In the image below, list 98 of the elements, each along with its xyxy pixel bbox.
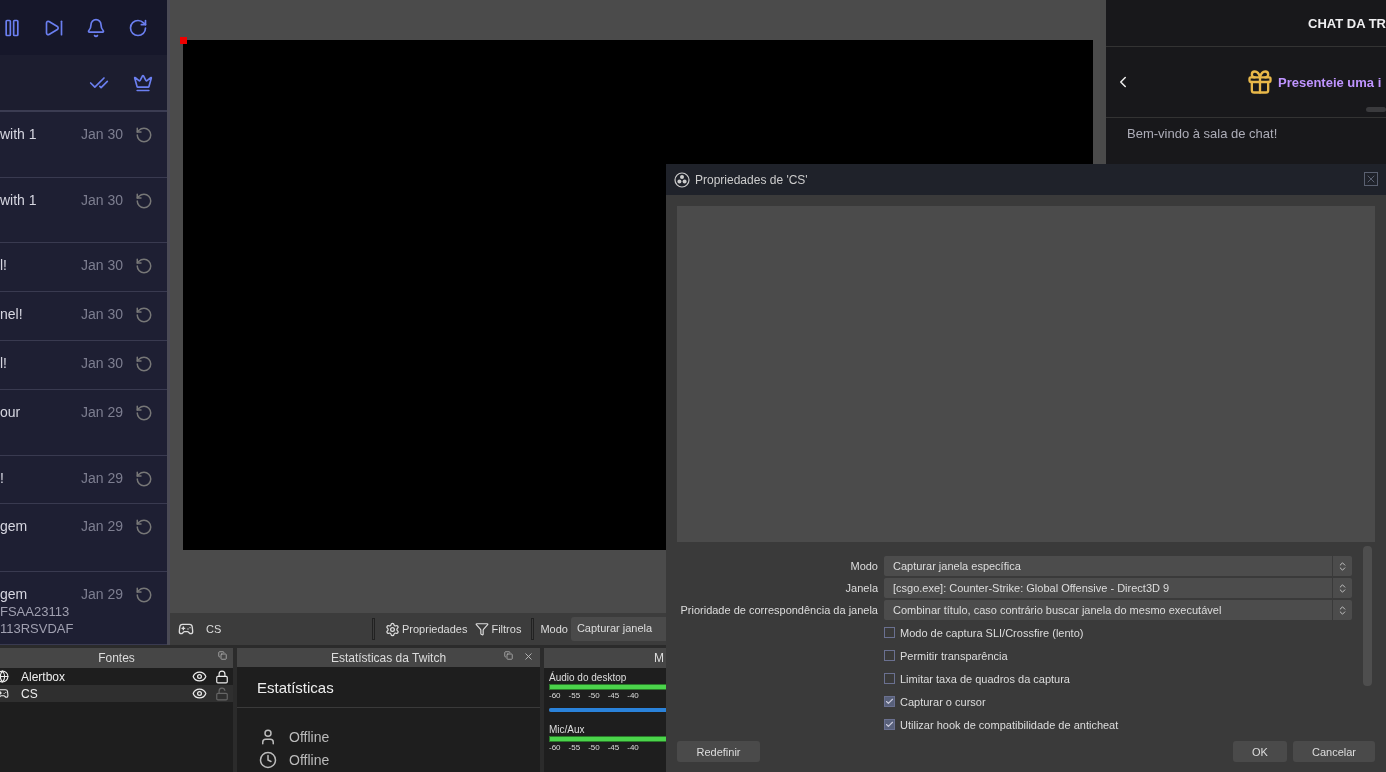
obs-logo-icon xyxy=(674,171,690,188)
up-down-arrows-icon[interactable] xyxy=(1337,560,1348,572)
replay-icon[interactable] xyxy=(135,470,153,488)
activity-text: gem xyxy=(0,586,29,602)
person-icon xyxy=(259,728,277,747)
source-name: Alertbox xyxy=(20,669,67,684)
checkbox[interactable] xyxy=(884,627,895,638)
checkbox-label: Permitir transparência xyxy=(900,649,1008,662)
source-item[interactable]: CS xyxy=(0,685,233,702)
activity-date: Jan 29 xyxy=(80,586,123,604)
activity-date: Jan 30 xyxy=(80,306,123,324)
dock-title: Fontes xyxy=(0,648,233,668)
replay-icon[interactable] xyxy=(135,192,153,210)
field-label: Modo xyxy=(849,560,878,572)
toolbar-button[interactable]: Propriedades xyxy=(381,621,472,637)
meter-tick: -45 xyxy=(607,743,620,752)
chat-title: CHAT DA TR xyxy=(1106,0,1386,47)
select-field[interactable]: [csgo.exe]: Counter-Strike: Global Offensive - Direct3D 9 xyxy=(884,578,1352,598)
activity-date: Jan 30 xyxy=(80,355,123,373)
toolbar-button[interactable]: Filtros xyxy=(471,622,526,636)
stat-value: Offline xyxy=(289,752,330,769)
dialog-button[interactable]: OK xyxy=(1233,741,1287,762)
replay-icon[interactable] xyxy=(135,355,153,373)
checkbox[interactable] xyxy=(884,696,895,707)
activity-text: with 1 xyxy=(0,126,38,142)
select-field[interactable]: Capturar janela específica xyxy=(884,556,1352,576)
selection-handle[interactable] xyxy=(180,37,187,44)
meter-tick: -40 xyxy=(627,691,639,700)
crown-icon[interactable] xyxy=(133,72,153,93)
up-down-arrows-icon[interactable] xyxy=(1337,604,1348,616)
activity-date: Jan 30 xyxy=(80,192,123,210)
meter-tick: -50 xyxy=(588,691,600,700)
gear-icon xyxy=(385,621,400,637)
activity-text: ! xyxy=(0,470,5,486)
dialog-title: Propriedades de 'CS' xyxy=(695,172,808,187)
dialog-button[interactable]: Cancelar xyxy=(1293,741,1375,762)
activity-text: l! xyxy=(0,355,8,371)
gift-banner-text[interactable]: Presenteie uma i xyxy=(1278,74,1382,90)
source-name: CS xyxy=(206,623,223,635)
replay-icon[interactable] xyxy=(135,257,153,275)
activity-text: l! xyxy=(0,257,8,273)
clock-icon xyxy=(259,751,277,770)
activity-date: Jan 29 xyxy=(80,518,123,536)
activity-text: nel! xyxy=(0,306,24,322)
channel-name: Mic/Aux xyxy=(549,724,586,735)
activity-text: gem xyxy=(0,518,29,534)
activity-text: our xyxy=(0,404,22,420)
meter-tick: -40 xyxy=(627,743,639,752)
gift-icon xyxy=(1246,68,1274,96)
funnel-icon xyxy=(475,622,490,636)
replay-icon[interactable] xyxy=(135,126,153,144)
checkbox-label: Utilizar hook de compatibilidade de anticheat xyxy=(900,718,1119,731)
checkbox-label: Modo de captura SLI/Crossfire (lento) xyxy=(900,626,1084,639)
meter-tick: -60 xyxy=(549,743,561,752)
channel-name: Áudio do desktop xyxy=(549,672,628,683)
eye-icon[interactable] xyxy=(192,686,207,701)
activity-date: Jan 29 xyxy=(80,470,123,488)
activity-text: with 1 xyxy=(0,192,38,208)
bell-icon[interactable] xyxy=(86,17,106,38)
source-name: CS xyxy=(20,686,39,701)
mode-label: Modo xyxy=(540,623,568,635)
stat-value: Offline xyxy=(289,729,330,746)
float-icon[interactable] xyxy=(504,651,513,660)
select-field[interactable]: Combinar título, caso contrário buscar janela do mesmo executável xyxy=(884,600,1352,620)
checkbox[interactable] xyxy=(884,673,895,684)
float-icon[interactable] xyxy=(218,651,227,660)
welcome-message: Bem-vindo à sala de chat! xyxy=(1126,125,1279,141)
lock-icon[interactable] xyxy=(215,669,229,684)
activity-date: Jan 29 xyxy=(80,404,123,422)
meter-tick: -55 xyxy=(568,743,581,752)
replay-icon[interactable] xyxy=(135,586,153,604)
meter-tick: -60 xyxy=(549,691,561,700)
meter-tick: -50 xyxy=(588,743,600,752)
refresh-icon[interactable] xyxy=(128,17,148,38)
checkbox[interactable] xyxy=(884,650,895,661)
replay-icon[interactable] xyxy=(135,404,153,422)
activity-date: Jan 30 xyxy=(80,257,123,275)
activity-date: Jan 30 xyxy=(80,126,123,144)
activity-detail: 113RSVDAF xyxy=(0,621,75,636)
replay-icon[interactable] xyxy=(135,306,153,324)
close-button[interactable] xyxy=(1364,172,1378,186)
checkbox-label: Limitar taxa de quadros da captura xyxy=(900,672,1070,685)
eye-icon[interactable] xyxy=(192,669,207,684)
replay-icon[interactable] xyxy=(135,518,153,536)
field-label: Janela xyxy=(844,582,878,594)
pause-icon[interactable] xyxy=(2,17,22,38)
stats-heading: Estatísticas xyxy=(237,667,540,709)
activity-detail: FSAA23113 xyxy=(0,604,71,619)
reset-button[interactable]: Redefinir xyxy=(677,741,760,762)
checkbox[interactable] xyxy=(884,719,895,730)
close-icon[interactable] xyxy=(523,651,534,662)
meter-tick: -45 xyxy=(607,691,620,700)
checkbox-label: Capturar o cursor xyxy=(900,695,986,708)
dock-title: Estatísticas da Twitch xyxy=(237,648,540,668)
gamepad-icon xyxy=(178,621,194,637)
meter-tick: -55 xyxy=(568,691,581,700)
field-label: Prioridade de correspondência da janela xyxy=(679,604,878,616)
up-down-arrows-icon[interactable] xyxy=(1337,582,1348,594)
